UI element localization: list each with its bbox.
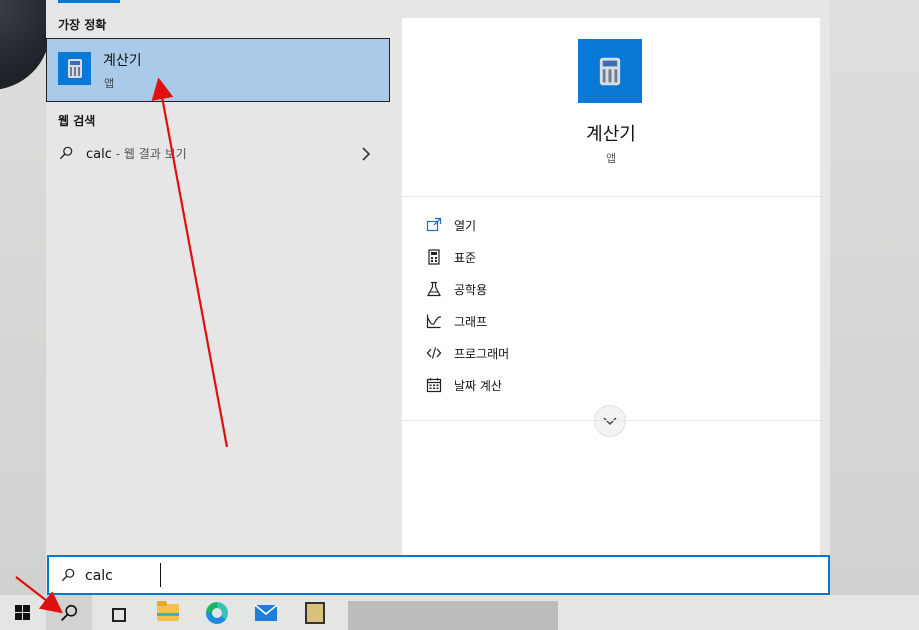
edge-icon bbox=[206, 601, 228, 624]
web-search-result[interactable]: calc - 웹 결과 보기 bbox=[46, 138, 390, 170]
detail-app-subtitle: 앱 bbox=[605, 152, 617, 165]
divider bbox=[402, 420, 820, 421]
calculator-large-icon bbox=[578, 39, 642, 103]
code-icon bbox=[426, 347, 442, 359]
web-result-suffix: - 웹 결과 보기 bbox=[111, 147, 187, 161]
start-button[interactable] bbox=[0, 595, 46, 630]
mail-button[interactable] bbox=[243, 595, 289, 630]
edge-browser-button[interactable] bbox=[194, 595, 240, 630]
folder-icon bbox=[157, 601, 179, 621]
web-result-query: calc bbox=[86, 147, 112, 162]
action-graph[interactable]: 그래프 bbox=[426, 310, 726, 332]
best-match-subtitle: 앱 bbox=[104, 77, 115, 90]
action-open[interactable]: 열기 bbox=[426, 214, 726, 236]
chevron-right-icon[interactable] bbox=[359, 146, 373, 162]
taskbar-redacted-area bbox=[348, 601, 558, 630]
action-label: 표준 bbox=[454, 250, 477, 265]
flask-icon bbox=[427, 281, 441, 297]
notes-app-button[interactable] bbox=[292, 595, 338, 630]
action-label: 열기 bbox=[454, 218, 477, 233]
action-date-calculation[interactable]: 날짜 계산 bbox=[426, 374, 726, 396]
detail-pane: 계산기 앱 열기 표준 공학용 그래프 프로그래머 날짜 계산 bbox=[402, 18, 820, 555]
results-pane: 가장 정확 계산기 앱 웹 검색 calc - 웹 결과 보기 bbox=[46, 0, 390, 555]
taskbar-search-button[interactable] bbox=[46, 595, 92, 630]
search-icon bbox=[61, 568, 75, 582]
standard-calculator-icon bbox=[428, 249, 440, 265]
search-icon bbox=[61, 604, 78, 621]
task-view-icon bbox=[109, 606, 127, 622]
search-box[interactable] bbox=[47, 555, 830, 595]
expand-button[interactable] bbox=[594, 405, 626, 437]
search-icon bbox=[59, 146, 73, 160]
best-match-item[interactable]: 계산기 앱 bbox=[46, 38, 390, 102]
notes-icon bbox=[305, 601, 325, 624]
wallpaper-dark-shape bbox=[0, 0, 50, 90]
open-icon bbox=[426, 217, 442, 232]
action-standard[interactable]: 표준 bbox=[426, 246, 726, 268]
best-match-title: 계산기 bbox=[103, 53, 142, 69]
search-panel: 가장 정확 계산기 앱 웹 검색 calc - 웹 결과 보기 계산기 앱 열기… bbox=[46, 0, 830, 595]
task-view-button[interactable] bbox=[95, 595, 141, 630]
mail-icon bbox=[254, 603, 278, 621]
windows-logo-icon bbox=[15, 604, 31, 621]
search-input[interactable] bbox=[85, 566, 785, 586]
divider bbox=[402, 196, 820, 197]
active-tab-indicator bbox=[58, 0, 120, 3]
action-programmer[interactable]: 프로그래머 bbox=[426, 342, 726, 364]
action-label: 프로그래머 bbox=[454, 346, 510, 361]
text-caret bbox=[160, 563, 161, 587]
action-scientific[interactable]: 공학용 bbox=[426, 278, 726, 300]
file-explorer-button[interactable] bbox=[145, 595, 191, 630]
graph-icon bbox=[426, 314, 442, 329]
action-label: 날짜 계산 bbox=[454, 378, 502, 393]
calculator-icon bbox=[58, 52, 91, 85]
web-search-header: 웹 검색 bbox=[58, 114, 96, 128]
detail-app-title: 계산기 bbox=[586, 124, 636, 145]
chevron-down-icon bbox=[603, 417, 617, 425]
calendar-icon bbox=[426, 378, 442, 393]
best-match-header: 가장 정확 bbox=[58, 18, 107, 32]
action-label: 공학용 bbox=[454, 282, 488, 297]
action-label: 그래프 bbox=[454, 314, 488, 329]
